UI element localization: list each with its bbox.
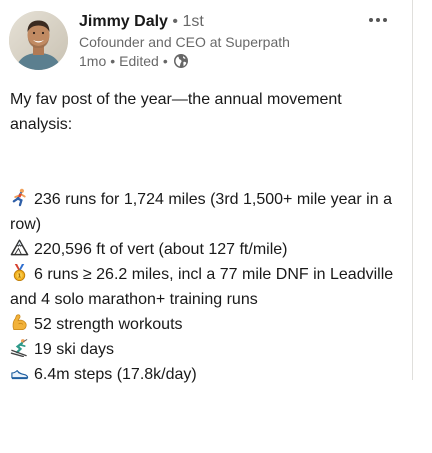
stat-steps: 6.4m steps (17.8k/day) <box>10 362 406 387</box>
more-horizontal-icon <box>369 18 387 22</box>
name-separator: • <box>172 13 178 30</box>
stat-strength-text: 52 strength workouts <box>34 316 183 333</box>
stat-runs: 236 runs for 1,724 miles (3rd 1,500+ mil… <box>10 187 406 237</box>
running-shoe-icon <box>10 363 29 382</box>
stat-vert: 220,596 ft of vert (about 127 ft/mile) <box>10 237 406 262</box>
globe-icon <box>173 53 189 69</box>
post-intro: My fav post of the year—the annual movem… <box>10 91 342 133</box>
author-name[interactable]: Jimmy Daly <box>79 13 168 30</box>
author-info: Jimmy Daly • 1st Cofounder and CEO at Su… <box>79 11 359 71</box>
author-headline: Cofounder and CEO at Superpath <box>79 34 290 50</box>
more-options-button[interactable] <box>362 8 394 32</box>
post-time: 1mo <box>79 53 107 69</box>
stat-ultras-text: 6 runs ≥ 26.2 miles, incl a 77 mile DNF … <box>10 266 394 308</box>
stat-ultras: 1 6 runs ≥ 26.2 miles, incl a 77 mile DN… <box>10 262 406 312</box>
edited-label: Edited <box>119 53 159 69</box>
medal-icon: 1 <box>10 263 29 282</box>
stat-steps-text: 6.4m steps (17.8k/day) <box>34 366 197 383</box>
stat-strength: 52 strength workouts <box>10 312 406 337</box>
meta-separator-1: • <box>110 53 116 69</box>
svg-text:1: 1 <box>18 274 22 280</box>
post-text: My fav post of the year—the annual movem… <box>10 87 406 387</box>
meta-separator-2: • <box>162 53 168 69</box>
running-person-icon <box>10 188 29 207</box>
stat-vert-text: 220,596 ft of vert (about 127 ft/mile) <box>34 241 288 258</box>
skier-icon <box>10 338 29 358</box>
author-name-line: Jimmy Daly • 1st <box>79 11 359 33</box>
stat-ski-text: 19 ski days <box>34 341 115 358</box>
avatar[interactable] <box>9 11 68 70</box>
flexed-biceps-icon <box>10 313 29 332</box>
stat-ski: 19 ski days <box>10 337 406 362</box>
avatar-photo <box>9 11 68 70</box>
mountain-icon <box>10 238 29 257</box>
post-meta: 1mo • Edited • <box>79 51 359 71</box>
post-card: Jimmy Daly • 1st Cofounder and CEO at Su… <box>0 0 413 383</box>
connection-degree: 1st <box>182 13 204 30</box>
stat-runs-text: 236 runs for 1,724 miles (3rd 1,500+ mil… <box>10 191 392 233</box>
